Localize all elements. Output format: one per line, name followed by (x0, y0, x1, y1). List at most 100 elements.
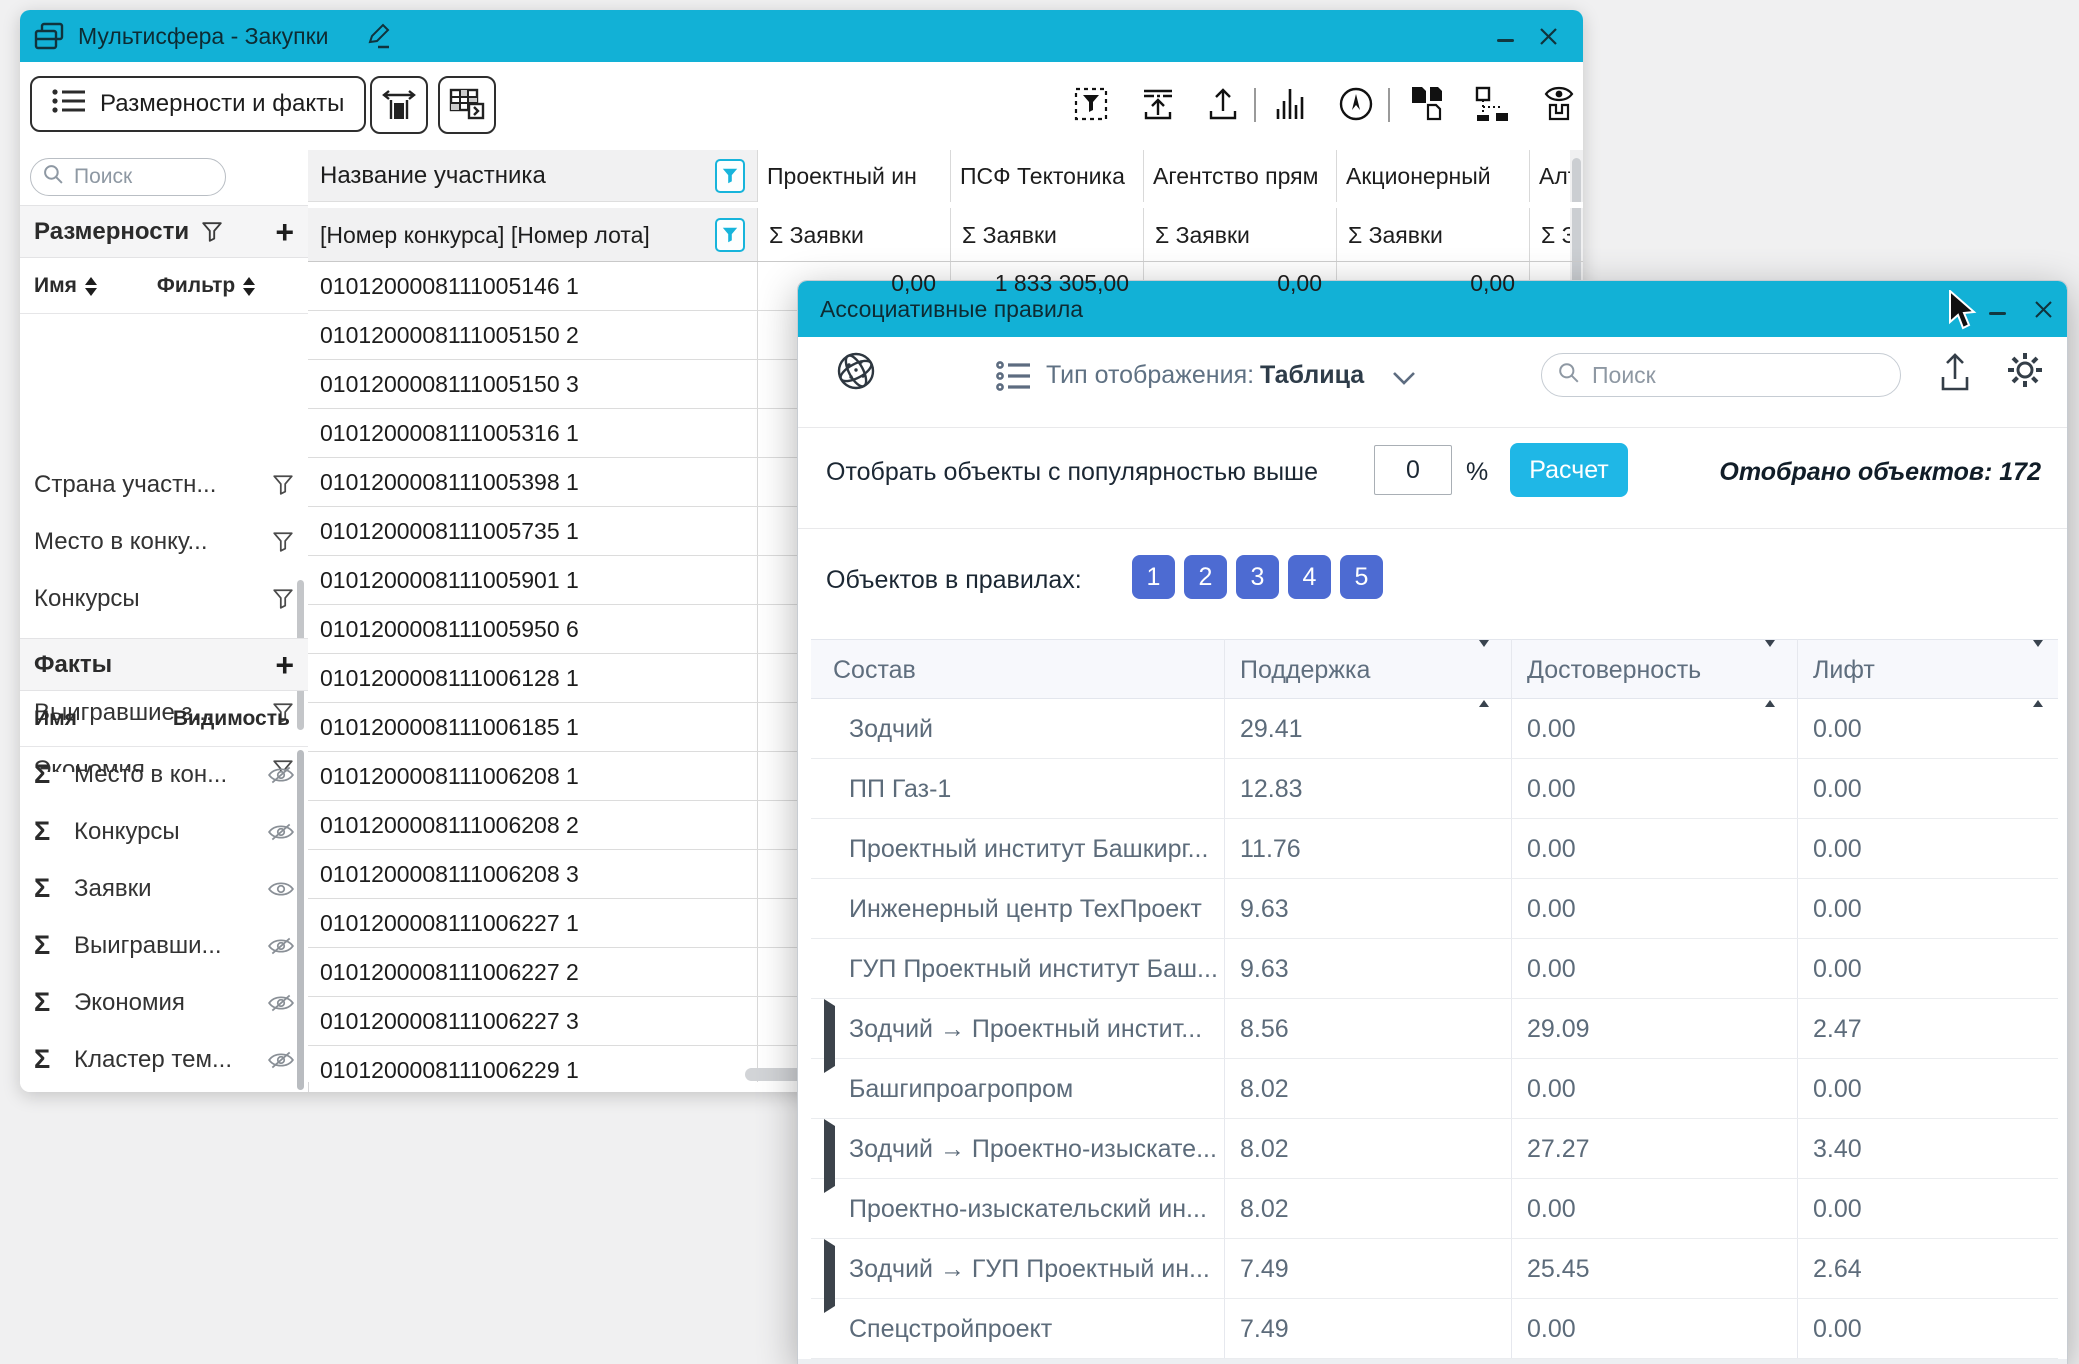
rule-row[interactable]: ГУП Проектный институт Баш... 9.63 0.00 … (811, 939, 2058, 999)
column-group-header[interactable]: Агентство прям (1143, 150, 1336, 202)
rule-size-button[interactable]: 5 (1340, 555, 1383, 599)
fact-subheader[interactable]: Σ Заявки (1336, 208, 1529, 262)
column-header[interactable]: Лифт (1813, 640, 1875, 700)
fact-item[interactable]: Σ Кластер тем... (20, 1031, 308, 1088)
toolbar-separator (1254, 88, 1256, 122)
fact-subheader[interactable]: Σ Заявки (757, 208, 950, 262)
column-header[interactable]: Поддержка (1240, 640, 1370, 700)
dimensions-section-header[interactable]: Размерности + (20, 205, 308, 258)
chart-icon[interactable] (1270, 84, 1310, 124)
dialog-search[interactable] (1541, 353, 1901, 397)
main-titlebar[interactable]: Мультисфера - Закупки (20, 10, 1583, 62)
dialog-scrollbar-track[interactable] (798, 1359, 2068, 1364)
sigma-icon: Σ (34, 1044, 74, 1075)
table-view-button[interactable] (438, 76, 496, 134)
facts-section-header[interactable]: Факты + (20, 638, 308, 691)
dimension-item[interactable]: Конкурсы (20, 570, 308, 627)
column-group-header[interactable]: ПСФ Тектоника (950, 150, 1143, 202)
rule-size-button[interactable]: 2 (1184, 555, 1227, 599)
compass-icon[interactable] (1336, 84, 1376, 124)
close-button[interactable] (1539, 27, 1558, 51)
filter-icon[interactable] (272, 474, 294, 496)
column-width-button[interactable] (370, 76, 428, 134)
eye-slash-icon[interactable] (268, 994, 294, 1012)
screen: Мультисфера - Закупки Размерности и факт… (0, 0, 2079, 1364)
rule-support: 9.63 (1240, 879, 1289, 939)
filter-icon[interactable] (272, 588, 294, 610)
column-header[interactable]: Состав (833, 640, 916, 700)
contest-filter-icon[interactable] (715, 218, 745, 252)
rule-row[interactable]: Зодчий 29.41 0.00 0.00 (811, 699, 2058, 759)
rule-row[interactable]: Спецстройпроект 7.49 0.00 0.00 (811, 1299, 2058, 1359)
sort-name-icon[interactable] (85, 277, 97, 296)
fact-item[interactable]: Σ Экономия (20, 974, 308, 1031)
edit-title-icon[interactable] (364, 23, 392, 56)
fact-subheader[interactable]: Σ Заявки (950, 208, 1143, 262)
rule-row[interactable]: Зодчий → ГУП Проектный ин... 7.49 25.45 … (811, 1239, 2058, 1299)
sidebar-search-input[interactable] (72, 164, 196, 190)
rule-support: 8.02 (1240, 1119, 1289, 1179)
participant-header[interactable]: Название участника (308, 150, 757, 202)
facts-scrollbar[interactable] (297, 750, 304, 1090)
eye-icon[interactable] (268, 880, 294, 898)
rule-row[interactable]: Зодчий → Проектный инстит... 8.56 29.09 … (811, 999, 2058, 1059)
sphere-icon[interactable] (834, 349, 878, 398)
dialog-search-input[interactable] (1590, 361, 1834, 390)
display-type-value[interactable]: Таблица (1260, 361, 1364, 390)
dialog-minimize-button[interactable] (1989, 312, 2006, 315)
chevron-down-icon[interactable] (1392, 371, 1416, 391)
eye-hand-icon[interactable] (1538, 84, 1578, 124)
filter-icon[interactable] (272, 531, 294, 553)
add-dimension-button[interactable]: + (275, 216, 294, 248)
contest-header[interactable]: [Номер конкурса] [Номер лота] (308, 208, 757, 262)
rule-row[interactable]: Башгипроагропром 8.02 0.00 0.00 (811, 1059, 2058, 1119)
filter-selection-icon[interactable] (1073, 84, 1113, 124)
eye-slash-icon[interactable] (268, 1051, 294, 1069)
hierarchy-icon[interactable] (1473, 84, 1513, 124)
fact-item[interactable]: Σ Конкурсы (20, 803, 308, 860)
rule-confidence: 0.00 (1527, 1059, 1576, 1119)
sigma-icon: Σ (34, 930, 74, 961)
rule-row[interactable]: ПП Газ-1 12.83 0.00 0.00 (811, 759, 2058, 819)
fact-item[interactable]: Σ Заявки (20, 860, 308, 917)
copy-documents-icon[interactable] (1408, 84, 1448, 124)
dimension-item[interactable]: Страна участн... (20, 456, 308, 513)
rule-row[interactable]: Зодчий → Проектно-изыскате... 8.02 27.27… (811, 1119, 2058, 1179)
sort-filter-icon[interactable] (243, 277, 255, 296)
fact-subheader[interactable]: Σ Заявки (1143, 208, 1336, 262)
dialog-close-button[interactable] (2034, 300, 2053, 324)
rule-size-button[interactable]: 4 (1288, 555, 1331, 599)
column-group-header[interactable]: Акционерный (1336, 150, 1529, 202)
export-icon[interactable] (1203, 84, 1243, 124)
rule-size-button[interactable]: 3 (1236, 555, 1279, 599)
eye-slash-icon[interactable] (268, 766, 294, 784)
add-fact-button[interactable]: + (275, 649, 294, 681)
dimension-item[interactable]: Место в конку... (20, 513, 308, 570)
settings-gear-icon[interactable] (2004, 349, 2046, 396)
filter-icon[interactable] (201, 221, 223, 243)
rule-row[interactable]: Проектно-изыскательский ин... 8.02 0.00 … (811, 1179, 2058, 1239)
export-icon[interactable] (1936, 351, 1974, 398)
calculate-button[interactable]: Расчет (1510, 443, 1628, 497)
column-header[interactable]: Достоверность (1527, 640, 1701, 700)
participant-filter-icon[interactable] (715, 159, 745, 193)
rule-size-button[interactable]: 1 (1132, 555, 1175, 599)
import-tray-icon[interactable] (1138, 84, 1178, 124)
eye-slash-icon[interactable] (268, 937, 294, 955)
rule-row[interactable]: Инженерный центр ТехПроект 9.63 0.00 0.0… (811, 879, 2058, 939)
rule-lift: 2.47 (1813, 999, 1862, 1059)
search-icon (1558, 362, 1580, 389)
rule-confidence: 29.09 (1527, 999, 1590, 1059)
fact-item[interactable]: Σ Выигравши... (20, 917, 308, 974)
percent-sign: % (1466, 447, 1488, 497)
selected-objects-count: Отобрано объектов: 172 (1719, 447, 2041, 497)
fact-item[interactable]: Σ Место в кон... (20, 746, 308, 803)
dimensions-facts-button[interactable]: Размерности и факты (30, 76, 366, 132)
rule-row[interactable]: Проектный институт Башкирг... 11.76 0.00… (811, 819, 2058, 879)
column-group-header[interactable]: Проектный ин (757, 150, 950, 202)
popularity-input[interactable] (1374, 445, 1452, 495)
sidebar-search[interactable] (30, 158, 226, 196)
rule-lift: 0.00 (1813, 1059, 1862, 1119)
eye-slash-icon[interactable] (268, 823, 294, 841)
minimize-button[interactable] (1497, 39, 1514, 42)
